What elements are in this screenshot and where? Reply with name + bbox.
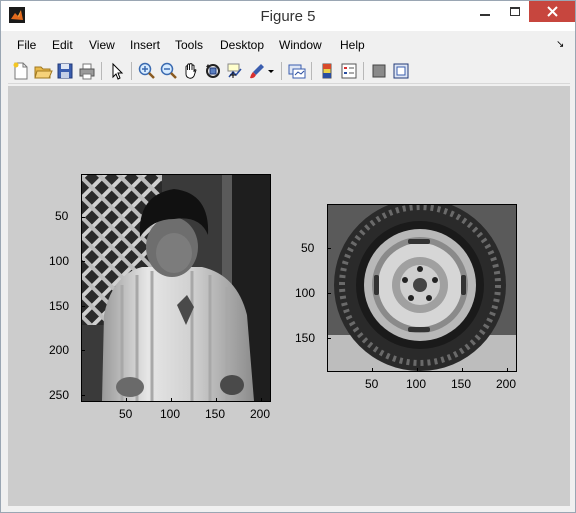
- minimize-button[interactable]: [471, 1, 499, 22]
- menu-window[interactable]: Window: [279, 38, 322, 52]
- grayscale-tire-image: [327, 204, 517, 372]
- ytick-label: 200: [49, 343, 70, 357]
- toolbar-separator: [311, 62, 312, 80]
- toolbar-separator: [101, 62, 102, 80]
- pan-hand-icon[interactable]: [181, 61, 201, 81]
- xtick-mark: [261, 398, 262, 402]
- menu-tools[interactable]: Tools: [175, 38, 203, 52]
- xtick-label: 100: [160, 407, 181, 421]
- menu-help[interactable]: Help: [340, 38, 365, 52]
- menu-file[interactable]: File: [17, 38, 36, 52]
- xtick-label: 200: [250, 407, 271, 421]
- xtick-mark: [462, 368, 463, 372]
- ytick-mark: [327, 338, 331, 339]
- menu-view[interactable]: View: [89, 38, 115, 52]
- zoom-out-icon[interactable]: [159, 61, 179, 81]
- toolbar-separator: [281, 62, 282, 80]
- ytick-mark: [327, 293, 331, 294]
- xtick-mark: [372, 368, 373, 372]
- ytick-label: 150: [295, 331, 316, 345]
- link-plot-icon[interactable]: [287, 61, 307, 81]
- figure-canvas[interactable]: 50 100 150 200 250 50 100 150 200 50 100…: [8, 86, 570, 506]
- maximize-button[interactable]: [501, 1, 529, 22]
- save-icon[interactable]: [55, 61, 75, 81]
- hide-plot-tools-icon[interactable]: [369, 61, 389, 81]
- zoom-in-icon[interactable]: [137, 61, 157, 81]
- xtick-label: 150: [205, 407, 226, 421]
- rotate-3d-icon[interactable]: [203, 61, 223, 81]
- ytick-mark: [81, 395, 85, 396]
- pointer-icon[interactable]: [107, 61, 127, 81]
- xtick-label: 100: [406, 377, 427, 391]
- ytick-mark: [327, 248, 331, 249]
- menu-edit[interactable]: Edit: [52, 38, 73, 52]
- grayscale-child-image: [81, 174, 271, 402]
- toolbar-separator: [363, 62, 364, 80]
- xtick-mark: [507, 368, 508, 372]
- print-icon[interactable]: [77, 61, 97, 81]
- new-file-icon[interactable]: [11, 61, 31, 81]
- ytick-label: 50: [55, 209, 69, 223]
- menu-bar: File Edit View Insert Tools Desktop Wind…: [8, 34, 570, 56]
- brush-dropdown-icon[interactable]: [266, 61, 276, 81]
- ytick-mark: [81, 350, 85, 351]
- open-file-icon[interactable]: [33, 61, 53, 81]
- ytick-label: 150: [49, 299, 70, 313]
- close-button[interactable]: [529, 1, 575, 22]
- xtick-label: 200: [496, 377, 517, 391]
- ytick-label: 250: [49, 388, 70, 402]
- dock-arrow-icon[interactable]: ↘: [556, 39, 564, 50]
- xtick-mark: [126, 398, 127, 402]
- ytick-mark: [81, 217, 85, 218]
- data-cursor-icon[interactable]: [225, 61, 245, 81]
- figure-window: Figure 5 File Edit View Insert Tools Des…: [0, 0, 576, 513]
- ytick-label: 100: [295, 286, 316, 300]
- xtick-label: 150: [451, 377, 472, 391]
- menu-insert[interactable]: Insert: [130, 38, 160, 52]
- toolbar-separator: [131, 62, 132, 80]
- show-plot-tools-icon[interactable]: [391, 61, 411, 81]
- close-icon: [546, 6, 558, 17]
- ytick-label: 100: [49, 254, 70, 268]
- colorbar-icon[interactable]: [317, 61, 337, 81]
- axes-tire-image[interactable]: 50 100 150 50 100 150 200: [295, 204, 517, 391]
- xtick-label: 50: [365, 377, 379, 391]
- axes-child-image[interactable]: 50 100 150 200 250 50 100 150 200: [49, 174, 271, 421]
- brush-icon[interactable]: [247, 61, 267, 81]
- xtick-mark: [417, 368, 418, 372]
- toolbar: [8, 58, 570, 84]
- xtick-mark: [216, 398, 217, 402]
- menu-desktop[interactable]: Desktop: [220, 38, 264, 52]
- legend-icon[interactable]: [339, 61, 359, 81]
- minimize-icon: [480, 13, 490, 16]
- xtick-mark: [171, 398, 172, 402]
- ytick-label: 50: [301, 241, 315, 255]
- title-bar[interactable]: Figure 5: [1, 1, 575, 31]
- maximize-icon: [510, 6, 520, 16]
- ytick-mark: [81, 261, 85, 262]
- xtick-label: 50: [119, 407, 133, 421]
- ytick-mark: [81, 306, 85, 307]
